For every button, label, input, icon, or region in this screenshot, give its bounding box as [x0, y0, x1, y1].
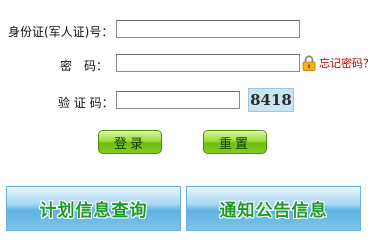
plan-query-tile[interactable]: 计划信息查询 — [6, 186, 181, 231]
captcha-image[interactable]: 8418 — [248, 88, 294, 112]
notice-tile[interactable]: 通知公告信息 — [186, 186, 361, 231]
login-button[interactable]: 登录 — [98, 130, 162, 154]
id-number-input[interactable] — [116, 20, 300, 38]
password-input[interactable] — [116, 54, 300, 72]
password-label: 密 码： — [60, 59, 109, 73]
forgot-password-text: 忘记密码？ — [319, 57, 374, 70]
id-number-label: 身份证(军人证)号： — [8, 25, 114, 39]
login-panel: 身份证(军人证)号： 密 码： 忘记密码？ 验 证 码： 8418 登录 重置 … — [0, 0, 380, 240]
lock-icon — [302, 55, 316, 71]
plan-query-label: 计划信息查询 — [39, 201, 148, 221]
reset-button[interactable]: 重置 — [203, 130, 267, 154]
forgot-password-link[interactable]: 忘记密码？ — [302, 55, 374, 71]
captcha-input[interactable] — [116, 91, 240, 109]
captcha-code: 8418 — [250, 91, 292, 109]
captcha-label: 验 证 码： — [58, 96, 114, 110]
notice-label: 通知公告信息 — [219, 201, 328, 221]
